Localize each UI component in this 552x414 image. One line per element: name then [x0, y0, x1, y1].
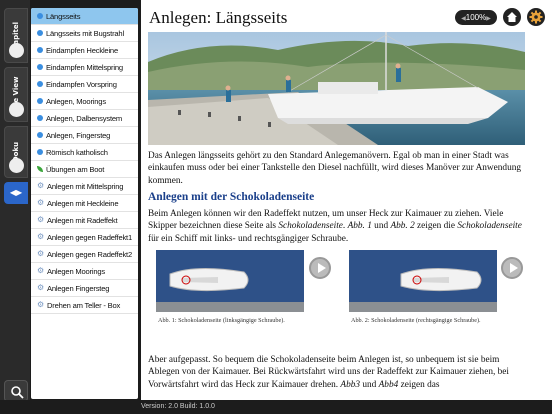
- bullet-icon: [37, 30, 43, 36]
- zoom-control[interactable]: ◀100%▶: [455, 10, 497, 25]
- version-footer: Version: 2.0 Build: 1.0.0: [0, 400, 552, 414]
- chapter-item-label: Eindampfen Heckleine: [46, 45, 118, 55]
- gear-icon: [529, 10, 543, 24]
- search-icon: [11, 386, 24, 399]
- tab-kapitel[interactable]: Kapitel: [4, 8, 28, 63]
- leaf-icon: [37, 166, 43, 172]
- chapter-item[interactable]: Eindampfen Vorspring: [31, 76, 138, 93]
- chapter-item[interactable]: ⚙ Anlegen gegen Radeffekt2: [31, 246, 138, 263]
- chapter-item[interactable]: Anlegen, Dalbensystem: [31, 110, 138, 127]
- chapter-list: Längsseits Längsseits mit Bugstrahl Eindam…: [31, 8, 138, 399]
- tab-doku[interactable]: Doku: [4, 126, 28, 178]
- figure-1-caption: Abb. 1: Schokoladenseite (linksgängige S…: [158, 317, 285, 324]
- bullet-icon: [37, 132, 43, 138]
- chapter-item-label: Anlegen mit Heckleine: [47, 198, 119, 208]
- gear-icon: ⚙: [37, 283, 44, 292]
- chapter-item-label: Anlegen Moorings: [47, 266, 106, 276]
- collapse-panel-button[interactable]: ◀▶: [4, 182, 28, 204]
- bullet-icon: [37, 98, 43, 104]
- chapter-item[interactable]: Längsseits: [31, 8, 138, 25]
- paragraph-ablegen: Aber aufgepasst. So bequem die Schokolad…: [148, 355, 509, 390]
- chapter-item-label: Anlegen gegen Radeffekt1: [47, 232, 132, 242]
- chapter-item-label: Längsseits: [46, 11, 81, 21]
- figure-2-caption: Abb. 2: Schokoladenseite (rechtsgängige …: [351, 317, 481, 324]
- intro-paragraph: Das Anlegen längsseits gehört zu den Sta…: [148, 151, 522, 186]
- gear-icon: ⚙: [37, 249, 44, 258]
- section-heading: Anlegen mit der Schokoladenseite: [148, 191, 315, 203]
- book-icon: [9, 158, 24, 173]
- gear-icon: ⚙: [37, 198, 44, 207]
- marina-photo: [148, 32, 525, 145]
- home-icon: [507, 12, 517, 22]
- tab-site-view[interactable]: Site View: [4, 67, 28, 122]
- chapter-item[interactable]: ⚙ Anlegen mit Radeffekt: [31, 212, 138, 229]
- chapter-item-label: Drehen am Teller - Box: [47, 300, 121, 310]
- bullet-icon: [37, 149, 43, 155]
- chapter-item[interactable]: Anlegen, Moorings: [31, 93, 138, 110]
- chapter-item-label: Längsseits mit Bugstrahl: [46, 28, 124, 38]
- chapter-item-label: Anlegen gegen Radeffekt2: [47, 249, 132, 259]
- paragraph-schokoladenseite: Beim Anlegen können wir den Radeffekt nu…: [148, 209, 522, 244]
- chapter-item[interactable]: Anlegen, Fingersteg: [31, 127, 138, 144]
- chapters-icon: [9, 43, 24, 58]
- figure-2: Abb. 2: Schokoladenseite (rechtsgängige …: [349, 250, 524, 324]
- bullet-icon: [37, 81, 43, 87]
- chapter-item-label: Römisch katholisch: [46, 147, 108, 157]
- gear-icon: ⚙: [37, 215, 44, 224]
- chapter-item-label: Anlegen Fingersteg: [47, 283, 110, 293]
- figure-1-image[interactable]: [156, 250, 304, 312]
- figure-1: Abb. 1: Schokoladenseite (linksgängige S…: [156, 250, 331, 324]
- chapter-item-label: Anlegen, Moorings: [46, 96, 106, 106]
- settings-button[interactable]: [527, 8, 545, 26]
- play-button-figure-2[interactable]: [501, 257, 523, 279]
- figure-2-image[interactable]: [349, 250, 497, 312]
- chapter-item-label: Übungen am Boot: [46, 164, 105, 174]
- bullet-icon: [37, 115, 43, 121]
- bullet-icon: [37, 64, 43, 70]
- chapter-item[interactable]: Römisch katholisch: [31, 144, 138, 161]
- chapter-item-label: Anlegen mit Mittelspring: [47, 181, 124, 191]
- chapter-item-label: Eindampfen Vorspring: [46, 79, 117, 89]
- chapter-item[interactable]: ⚙ Anlegen mit Heckleine: [31, 195, 138, 212]
- page-title: Anlegen: Längsseits: [149, 8, 288, 27]
- gear-icon: ⚙: [37, 266, 44, 275]
- chapter-item[interactable]: Eindampfen Mittelspring: [31, 59, 138, 76]
- chapter-item-label: Anlegen, Dalbensystem: [46, 113, 123, 123]
- chapter-item[interactable]: Längsseits mit Bugstrahl: [31, 25, 138, 42]
- chapter-item[interactable]: ⚙ Anlegen Fingersteg: [31, 280, 138, 297]
- chapter-item[interactable]: ⚙ Drehen am Teller - Box: [31, 297, 138, 314]
- play-button-figure-1[interactable]: [309, 257, 331, 279]
- site-view-icon: [9, 102, 24, 117]
- chapter-item[interactable]: Übungen am Boot: [31, 161, 138, 178]
- chapter-item[interactable]: ⚙ Anlegen Moorings: [31, 263, 138, 280]
- home-button[interactable]: [503, 8, 521, 26]
- gear-icon: ⚙: [37, 232, 44, 241]
- gear-icon: ⚙: [37, 300, 44, 309]
- search-button[interactable]: [4, 380, 28, 402]
- chapter-item[interactable]: Eindampfen Heckleine: [31, 42, 138, 59]
- chapter-item-label: Anlegen, Fingersteg: [46, 130, 111, 140]
- chapter-item-label: Anlegen mit Radeffekt: [47, 215, 118, 225]
- chapter-item[interactable]: ⚙ Anlegen mit Mittelspring: [31, 178, 138, 195]
- side-tab-rail: Kapitel Site View Doku ◀▶: [0, 0, 30, 414]
- bullet-icon: [37, 47, 43, 53]
- chapter-item-label: Eindampfen Mittelspring: [46, 62, 123, 72]
- bullet-icon: [37, 13, 43, 19]
- chapter-item[interactable]: ⚙ Anlegen gegen Radeffekt1: [31, 229, 138, 246]
- gear-icon: ⚙: [37, 181, 44, 190]
- content-pane: Anlegen: Längsseits ◀100%▶ Das Anlegen l…: [141, 0, 552, 400]
- zoom-level: 100%: [465, 13, 487, 22]
